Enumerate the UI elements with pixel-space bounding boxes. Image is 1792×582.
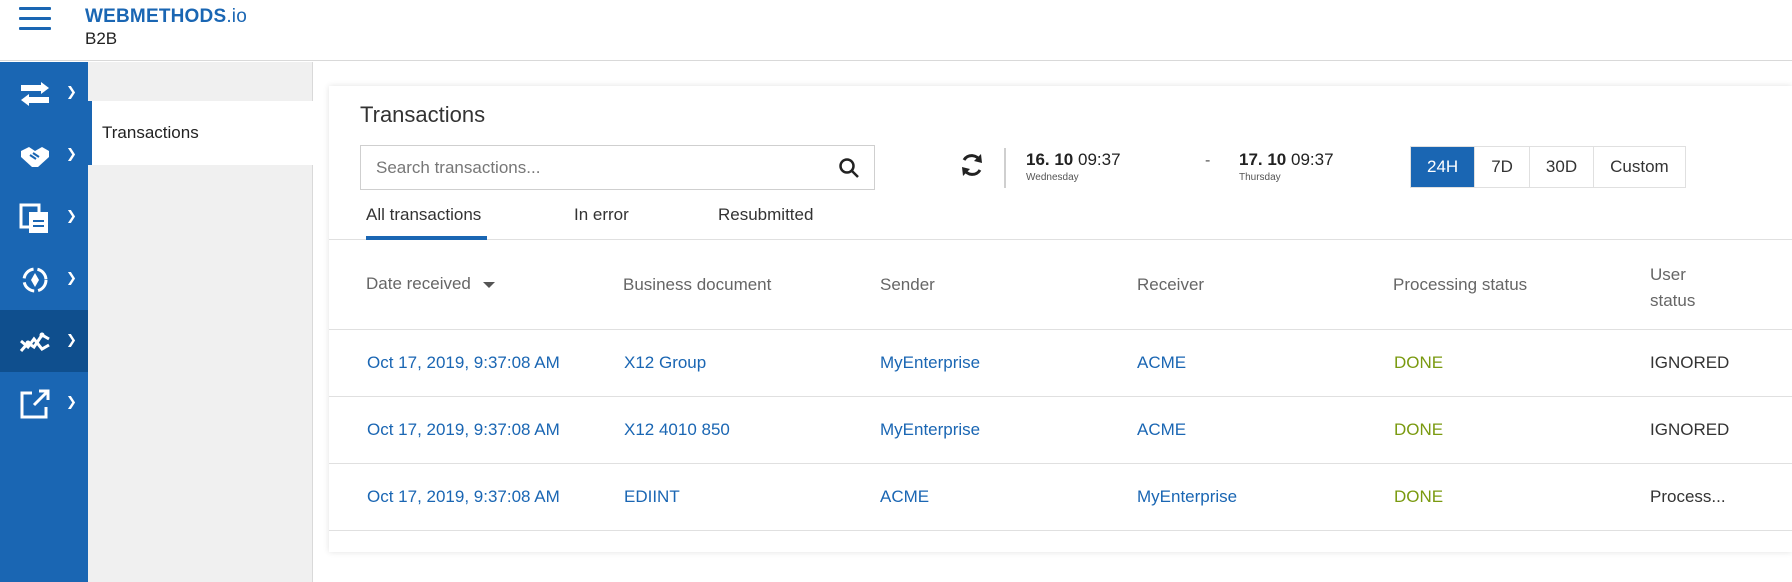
column-receiver: Receiver (1137, 275, 1205, 294)
transactions-table: Date received Business document Sender R… (329, 241, 1792, 531)
rail-item-transfers[interactable]: ❯ (0, 62, 88, 124)
table-row[interactable]: Oct 17, 2019, 9:37:08 AM EDIINT ACME MyE… (329, 464, 1792, 531)
divider (1004, 148, 1006, 188)
table-header: Date received Business document Sender R… (329, 241, 1792, 330)
transactions-panel: Transactions 16. 10 09:37 Wednesday - 17… (329, 86, 1792, 552)
chevron-right-icon: ❯ (66, 146, 77, 161)
time-range-selector: 24H 7D 30D Custom (1410, 146, 1686, 188)
column-user-status: User status (1650, 262, 1695, 314)
cell-sender[interactable]: MyEnterprise (880, 353, 980, 373)
date-to-time: 09:37 (1291, 150, 1334, 169)
tab-in-error[interactable]: In error (574, 196, 629, 240)
cell-business-document[interactable]: EDIINT (624, 487, 680, 507)
search-icon[interactable] (838, 157, 860, 179)
cell-business-document[interactable]: X12 Group (624, 353, 706, 373)
cell-date-received[interactable]: Oct 17, 2019, 9:37:08 AM (367, 420, 560, 440)
chevron-right-icon: ❯ (66, 84, 77, 99)
monitoring-graph-icon (19, 332, 50, 352)
date-from-value: 16. 10 09:37 (1026, 150, 1121, 170)
search-box (360, 145, 875, 190)
cell-user-status: Process... (1650, 487, 1726, 506)
transaction-tabs: All transactions In error Resubmitted (329, 196, 1792, 240)
date-to-day: Thursday (1239, 172, 1281, 183)
tab-resubmitted[interactable]: Resubmitted (718, 196, 813, 240)
sort-down-icon[interactable] (482, 281, 495, 288)
page-title: Transactions (360, 102, 486, 127)
brand-name: WEBMETHODS.io (85, 6, 247, 28)
date-separator: - (1205, 152, 1211, 169)
date-from-time: 09:37 (1078, 150, 1121, 169)
brand-subtitle: B2B (85, 29, 118, 48)
column-user-status-line2: status (1650, 291, 1696, 310)
column-sender: Sender (880, 275, 935, 294)
date-to-date: 17. 10 (1239, 150, 1287, 169)
cell-processing-status: DONE (1394, 353, 1444, 372)
cell-receiver[interactable]: ACME (1137, 420, 1186, 440)
refresh-icon[interactable] (958, 151, 986, 179)
date-to[interactable]: 17. 10 09:37 Thursday (1239, 150, 1334, 183)
rail-item-external[interactable]: ❯ (0, 372, 88, 434)
table-row[interactable]: Oct 17, 2019, 9:37:08 AM X12 4010 850 My… (329, 397, 1792, 464)
tab-all-transactions[interactable]: All transactions (366, 196, 487, 240)
column-processing-status: Processing status (1393, 275, 1528, 294)
cell-sender[interactable]: MyEnterprise (880, 420, 980, 440)
brand-suffix-text: .io (226, 6, 247, 27)
table-row[interactable]: Oct 17, 2019, 9:37:08 AM X12 Group MyEnt… (329, 330, 1792, 397)
handshake-icon (21, 147, 49, 167)
external-link-icon (20, 389, 50, 419)
rail-item-partners[interactable]: ❯ (0, 124, 88, 186)
brand-logo[interactable]: WEBMETHODS.io B2B (85, 6, 247, 49)
rail-item-processes[interactable]: ❯ (0, 248, 88, 310)
column-date-received[interactable]: Date received (366, 274, 495, 294)
process-cycle-icon (22, 267, 48, 293)
range-30d-button[interactable]: 30D (1529, 147, 1595, 187)
chevron-right-icon: ❯ (66, 332, 77, 347)
search-input[interactable] (361, 146, 826, 189)
secondary-nav: Transactions (88, 62, 313, 582)
date-from-day: Wednesday (1026, 172, 1079, 183)
top-header: WEBMETHODS.io B2B (0, 0, 1792, 61)
hamburger-menu-icon[interactable] (19, 7, 51, 33)
date-to-value: 17. 10 09:37 (1239, 150, 1334, 170)
brand-main-text: WEBMETHODS (85, 6, 227, 27)
primary-nav-rail: ❯ ❯ ❯ ❯ ❯ ❯ (0, 62, 88, 582)
column-user-status-line1: User (1650, 265, 1686, 284)
subnav-item-transactions[interactable]: Transactions (88, 101, 313, 165)
cell-receiver[interactable]: MyEnterprise (1137, 487, 1237, 507)
chevron-right-icon: ❯ (66, 394, 77, 409)
chevron-right-icon: ❯ (66, 270, 77, 285)
date-from[interactable]: 16. 10 09:37 Wednesday (1026, 150, 1121, 183)
cell-user-status: IGNORED (1650, 420, 1730, 439)
cell-sender[interactable]: ACME (880, 487, 929, 507)
documents-icon (19, 203, 48, 233)
rail-item-documents[interactable]: ❯ (0, 186, 88, 248)
chevron-right-icon: ❯ (66, 208, 77, 223)
cell-date-received[interactable]: Oct 17, 2019, 9:37:08 AM (367, 353, 560, 373)
range-custom-button[interactable]: Custom (1594, 147, 1685, 187)
column-business-document: Business document (623, 275, 772, 294)
date-from-date: 16. 10 (1026, 150, 1074, 169)
cell-receiver[interactable]: ACME (1137, 353, 1186, 373)
rail-item-monitoring[interactable]: ❯ (0, 310, 88, 372)
cell-processing-status: DONE (1394, 420, 1444, 439)
range-7d-button[interactable]: 7D (1475, 147, 1530, 187)
range-24h-button[interactable]: 24H (1411, 147, 1476, 187)
cell-date-received[interactable]: Oct 17, 2019, 9:37:08 AM (367, 487, 560, 507)
cell-processing-status: DONE (1394, 487, 1444, 506)
cell-business-document[interactable]: X12 4010 850 (624, 420, 730, 440)
column-date-received-label: Date received (366, 274, 471, 293)
cell-user-status: IGNORED (1650, 353, 1730, 372)
transfer-arrows-icon (21, 82, 49, 106)
